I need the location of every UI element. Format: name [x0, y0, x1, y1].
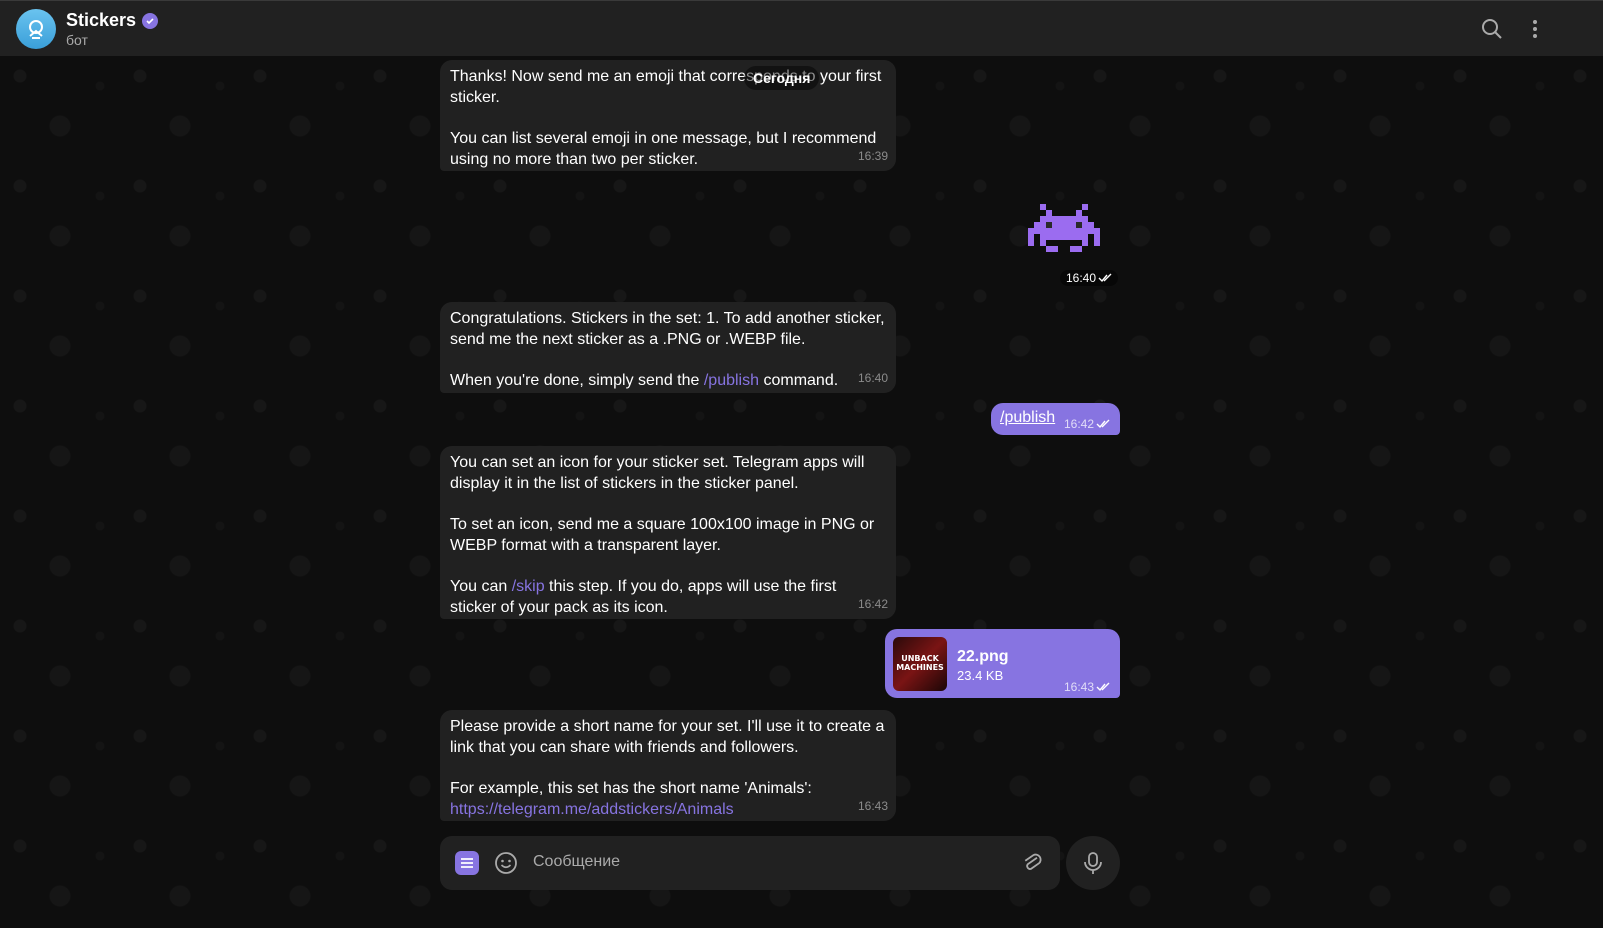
search-icon[interactable]	[1480, 17, 1504, 41]
double-check-icon	[1098, 273, 1112, 283]
message-time: 16:40	[857, 371, 888, 385]
sticker-time: 16:40	[1060, 270, 1119, 286]
publish-command-link[interactable]: /publish	[1000, 409, 1055, 427]
publish-command-link[interactable]: /publish	[704, 372, 759, 389]
sticker-message[interactable]: 16:40	[1022, 198, 1119, 288]
microphone-icon	[1084, 852, 1102, 874]
message-time: 16:43	[857, 799, 888, 813]
avatar[interactable]	[16, 9, 56, 49]
bot-menu-icon[interactable]	[455, 851, 479, 875]
attach-icon[interactable]	[1020, 851, 1044, 875]
message-text: When you're done, simply send the /publi…	[450, 372, 839, 389]
message-input[interactable]: Сообщение	[533, 853, 620, 871]
double-check-icon	[1096, 682, 1110, 692]
file-size: 23.4 KB	[957, 668, 1004, 683]
chat-header[interactable]: Stickers бот	[0, 0, 1603, 56]
message-out-file[interactable]: UNBACK MACHINES 22.png 23.4 KB 16:43	[885, 629, 1120, 698]
message-text: To set an icon, send me a square 100x100…	[450, 516, 875, 554]
message-bot-2[interactable]: Congratulations. Stickers in the set: 1.…	[440, 302, 896, 393]
message-bot-4[interactable]: Please provide a short name for your set…	[440, 710, 896, 821]
date-separator: Сегодня	[744, 66, 820, 90]
message-time: 16:42	[857, 597, 888, 611]
verified-icon	[142, 12, 159, 29]
message-bot-1[interactable]: Thanks! Now send me an emoji that corres…	[440, 60, 896, 171]
file-thumbnail[interactable]: UNBACK MACHINES	[893, 637, 947, 691]
message-time: 16:43	[1064, 680, 1112, 694]
chat-title-block[interactable]: Stickers бот	[66, 10, 159, 48]
message-bot-3[interactable]: You can set an icon for your sticker set…	[440, 446, 896, 619]
message-text: Thanks! Now send me an emoji that corres…	[450, 68, 882, 106]
sticker-bot-icon	[29, 20, 43, 39]
space-invader-sticker	[1028, 204, 1100, 252]
chat-title: Stickers	[66, 10, 137, 30]
message-time: 16:39	[857, 149, 888, 163]
double-check-icon	[1096, 419, 1110, 429]
skip-command-link[interactable]: /skip	[512, 578, 545, 595]
thumbnail-text: UNBACK MACHINES	[896, 654, 944, 672]
addstickers-link[interactable]: https://telegram.me/addstickers/Animals	[450, 801, 734, 818]
message-composer[interactable]: Сообщение	[440, 836, 1060, 890]
message-text: Congratulations. Stickers in the set: 1.…	[450, 310, 885, 348]
chat-subtitle: бот	[66, 32, 88, 48]
message-text: You can list several emoji in one messag…	[450, 130, 877, 168]
message-text: For example, this set has the short name…	[450, 780, 812, 797]
message-time: 16:42	[1064, 417, 1112, 431]
more-menu-icon[interactable]	[1523, 17, 1547, 41]
microphone-button[interactable]	[1066, 836, 1120, 890]
file-name: 22.png	[957, 648, 1009, 665]
message-text: You can set an icon for your sticker set…	[450, 454, 865, 492]
message-out-publish[interactable]: /publish 16:42	[991, 403, 1120, 435]
message-text: You can /skip this step. If you do, apps…	[450, 578, 837, 616]
message-text: Please provide a short name for your set…	[450, 718, 885, 756]
emoji-icon[interactable]	[494, 851, 518, 875]
